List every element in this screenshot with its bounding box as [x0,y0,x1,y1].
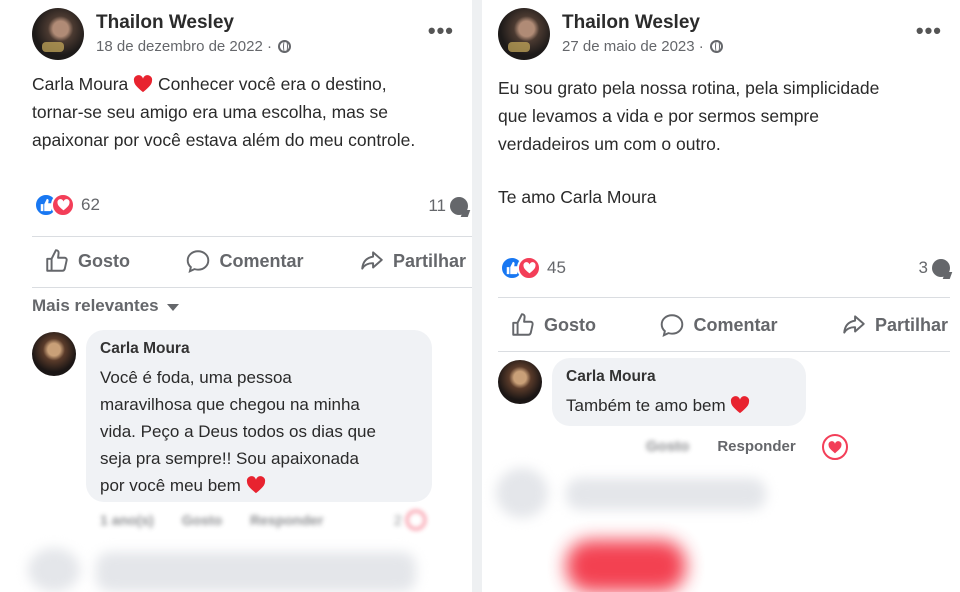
divider [498,297,950,298]
left-post: Thailon Wesley 18 de dezembro de 2022 · … [0,0,472,592]
comment-button[interactable]: Comentar [659,312,777,338]
mention-link[interactable]: Carla Moura [32,74,128,94]
reaction-count: 45 [547,258,566,277]
more-icon[interactable]: ••• [916,18,942,44]
comment-time[interactable]: 1 ano(s) [100,512,154,528]
like-button[interactable]: Gosto [44,248,130,274]
divider [498,351,950,352]
comment-meta: Gosto Responder [646,438,796,455]
heart-emoji-icon [246,475,266,494]
comment-reaction-count[interactable]: 2 [394,510,426,530]
comment-label: Comentar [693,314,778,335]
comment-label: Comentar [219,250,304,271]
share-label: Partilhar [874,314,948,335]
share-label: Partilhar [392,250,466,271]
comment-like-link[interactable]: Gosto [646,438,689,455]
collage-separator [472,0,482,592]
love-reaction-icon [517,256,541,280]
comment-bubble: Carla Moura Você é foda, uma pessoa mara… [86,330,432,502]
commenter-avatar[interactable] [32,332,76,376]
comment-button[interactable]: Comentar [185,248,303,274]
comment-count-text: 11 [428,196,446,215]
globe-icon [277,40,291,53]
post-date: 18 de dezembro de 2022 · [96,38,291,55]
reaction-summary[interactable]: 45 [500,256,566,280]
right-post-header: Thailon Wesley 27 de maio de 2023 · ••• [498,8,960,64]
share-button[interactable]: Partilhar [359,248,466,274]
comment-body: Você é foda, uma pessoa maravilhosa que … [100,368,376,495]
screenshot-collage: Thailon Wesley 18 de dezembro de 2022 · … [0,0,960,592]
caret-down-icon [166,303,179,311]
blurred-comment [96,552,416,592]
post-text: Carla Moura Conhecer você era o destino,… [32,70,472,154]
comment-body: Também te amo bem [566,396,726,415]
thumb-up-icon [512,313,534,336]
blurred-sticker [566,540,686,592]
heart-emoji-icon [730,395,750,414]
blurred-avatar [28,548,80,592]
post-date-text[interactable]: 18 de dezembro de 2022 · [96,38,272,55]
comment-reply-link[interactable]: Responder [717,438,795,455]
love-reaction-icon [51,193,75,217]
globe-icon [709,40,723,53]
post-date-text[interactable]: 27 de maio de 2023 · [562,38,704,55]
comment-count-icon [932,259,950,277]
post-date: 27 de maio de 2023 · [562,38,723,55]
commenter-name[interactable]: Carla Moura [100,340,418,358]
comment-sort-dropdown[interactable]: Mais relevantes [32,296,179,316]
more-icon[interactable]: ••• [428,18,454,44]
left-post-header: Thailon Wesley 18 de dezembro de 2022 · … [32,8,472,64]
comment-count[interactable]: 11 [428,196,468,216]
comment-meta: 1 ano(s) Gosto Responder [100,512,323,528]
right-post: Thailon Wesley 27 de maio de 2023 · ••• … [482,0,960,592]
comment-text: Também te amo bem [566,392,792,419]
comment-reply-link[interactable]: Responder [250,512,323,528]
blurred-avatar [496,468,548,518]
thumb-up-icon [46,249,68,272]
comment-count[interactable]: 3 [919,258,950,278]
comment-icon [187,250,210,274]
post-text-line2: Te amo Carla Moura [498,187,657,207]
post-actions: Gosto Comentar Partilhar [44,244,466,278]
love-reaction-icon[interactable] [822,434,848,460]
heart-emoji-icon [133,73,153,93]
commenter-avatar[interactable] [498,360,542,404]
comment-text: Você é foda, uma pessoa maravilhosa que … [100,364,418,499]
share-button[interactable]: Partilhar [841,312,948,338]
like-label: Gosto [544,314,596,335]
comment-reaction-text: 2 [394,512,402,528]
comment-count-icon [450,197,468,215]
reaction-summary[interactable]: 62 [34,193,100,217]
share-icon [361,251,383,270]
comment-count-text: 3 [918,258,928,277]
comment-bubble: Carla Moura Também te amo bem [552,358,806,426]
reaction-count: 62 [81,195,100,214]
divider [32,236,472,237]
love-reaction-icon [405,510,426,530]
sort-label: Mais relevantes [32,296,159,315]
author-avatar[interactable] [32,8,84,60]
post-text: Eu sou grato pela nossa rotina, pela sim… [498,78,880,154]
commenter-name[interactable]: Carla Moura [566,368,792,386]
like-label: Gosto [78,250,130,271]
divider [32,287,472,288]
like-button[interactable]: Gosto [510,312,596,338]
comment-like-link[interactable]: Gosto [182,512,222,528]
author-name[interactable]: Thailon Wesley [96,12,234,34]
post-actions: Gosto Comentar Partilhar [510,308,948,342]
comment-icon [661,314,684,338]
author-name[interactable]: Thailon Wesley [562,12,700,34]
author-avatar[interactable] [498,8,550,60]
blurred-comment [566,478,766,510]
share-icon [843,315,865,334]
